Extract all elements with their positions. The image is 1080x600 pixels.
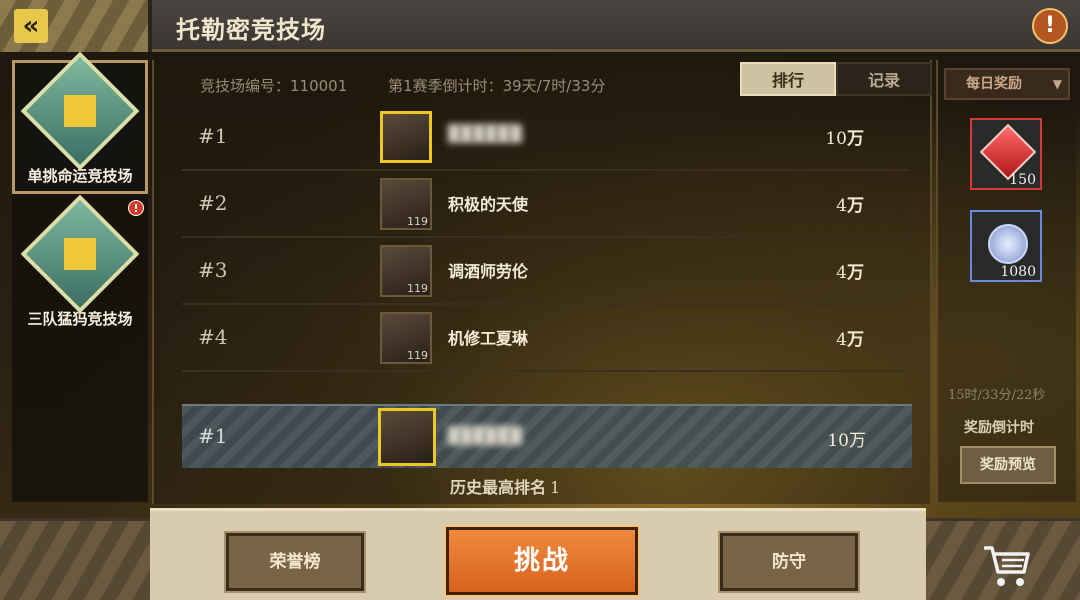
table-row[interactable]: #3 119 调酒师劳伦 4万 [182, 238, 908, 305]
power-value: 10万 [825, 129, 864, 149]
arena-emblem-icon [20, 194, 140, 314]
best-rank-value: 1 [550, 478, 561, 497]
player-name: 调酒师劳伦 [448, 262, 529, 281]
rank-number: #3 [198, 258, 228, 282]
power-value: 4万 [836, 196, 864, 216]
player-name: ██████ [448, 124, 522, 143]
silver-medal-icon [988, 224, 1028, 264]
defense-button[interactable]: 防守 [718, 531, 860, 593]
reward-item-gem[interactable]: 150 [970, 118, 1042, 190]
reward-quantity: 1080 [1000, 264, 1036, 280]
arena-id: 竞技场编号：110001 [200, 77, 348, 95]
season-countdown: 第1赛季倒计时：39天/7时/33分 [388, 77, 606, 95]
shop-button[interactable] [982, 542, 1032, 590]
player-name: ██████ [448, 426, 522, 445]
reward-timer: 15时/33分/22秒 [948, 388, 1046, 403]
reward-quantity: 150 [1009, 172, 1036, 188]
header-bar: « 托勒密竞技场 ! [0, 0, 1080, 52]
table-row[interactable]: #2 119 积极的天使 4万 [182, 171, 908, 238]
best-rank-label: 历史最高排名 [450, 478, 547, 497]
player-name: 机修工夏琳 [448, 329, 529, 348]
action-bar: 荣誉榜 挑战 防守 [150, 508, 926, 600]
alert-badge: ! [128, 200, 144, 216]
honor-board-button[interactable]: 荣誉榜 [224, 531, 366, 593]
challenge-button[interactable]: 挑战 [444, 525, 640, 597]
bottom-bar: 荣誉榜 挑战 防守 [0, 508, 1080, 600]
level-text: 119 [407, 349, 428, 362]
avatar[interactable] [380, 111, 432, 163]
avatar[interactable] [378, 408, 436, 466]
chevron-left-double-icon: « [14, 9, 48, 43]
daily-reward-dropdown[interactable]: 每日奖励 ▼ [944, 68, 1070, 100]
decor-stripe [0, 518, 150, 600]
sidebar-item-team-arena[interactable]: ! 三队猛犸竞技场 [12, 194, 148, 334]
ranking-panel: 竞技场编号：110001 第1赛季倒计时：39天/7时/33分 排行 记录 #1… [152, 60, 932, 504]
power-value: 4万 [836, 330, 864, 350]
daily-reward-panel: 每日奖励 ▼ 150 1080 15时/33分/22秒 奖励倒计时 奖励预览 [936, 60, 1076, 502]
page-title: 托勒密竞技场 [176, 16, 326, 44]
info-button[interactable]: ! [1032, 8, 1068, 44]
power-value: 4万 [836, 263, 864, 283]
chevron-down-icon: ▼ [1052, 77, 1062, 91]
arena-info: 竞技场编号：110001 第1赛季倒计时：39天/7时/33分 [200, 75, 641, 96]
tab-ranking[interactable]: 排行 [740, 62, 836, 96]
rank-number: #1 [198, 124, 228, 148]
reward-item-medal[interactable]: 1080 [970, 210, 1042, 282]
reward-timer-label: 奖励倒计时 [964, 420, 1034, 436]
dropdown-label: 每日奖励 [966, 76, 1022, 92]
power-value: 10万 [827, 431, 866, 451]
arena-sidebar: 单挑命运竞技场 ! 三队猛犸竞技场 [12, 51, 148, 502]
rank-number: #2 [198, 191, 228, 215]
ranking-tabs: 排行 记录 [740, 62, 932, 96]
ranking-list: #1 ██████ 10万 #2 119 积极的天使 4万 #3 119 调酒师… [182, 104, 908, 372]
self-rank-row: #1 ██████ 10万 [182, 404, 912, 468]
table-row[interactable]: #1 ██████ 10万 [182, 104, 908, 171]
tab-records[interactable]: 记录 [836, 62, 932, 96]
reward-preview-button[interactable]: 奖励预览 [960, 446, 1056, 484]
avatar[interactable]: 119 [380, 245, 432, 297]
best-rank: 历史最高排名 1 [450, 474, 560, 498]
sidebar-item-solo-arena[interactable]: 单挑命运竞技场 [12, 51, 148, 194]
arena-emblem-icon [20, 51, 140, 171]
avatar[interactable]: 119 [380, 312, 432, 364]
level-text: 119 [407, 282, 428, 295]
shopping-cart-icon [984, 546, 1030, 586]
rank-number: #4 [198, 325, 228, 349]
level-text: 119 [407, 215, 428, 228]
avatar[interactable]: 119 [380, 178, 432, 230]
rank-number: #1 [198, 424, 228, 448]
back-button[interactable]: « [0, 0, 152, 52]
player-name: 积极的天使 [448, 195, 529, 214]
table-row[interactable]: #4 119 机修工夏琳 4万 [182, 305, 908, 372]
